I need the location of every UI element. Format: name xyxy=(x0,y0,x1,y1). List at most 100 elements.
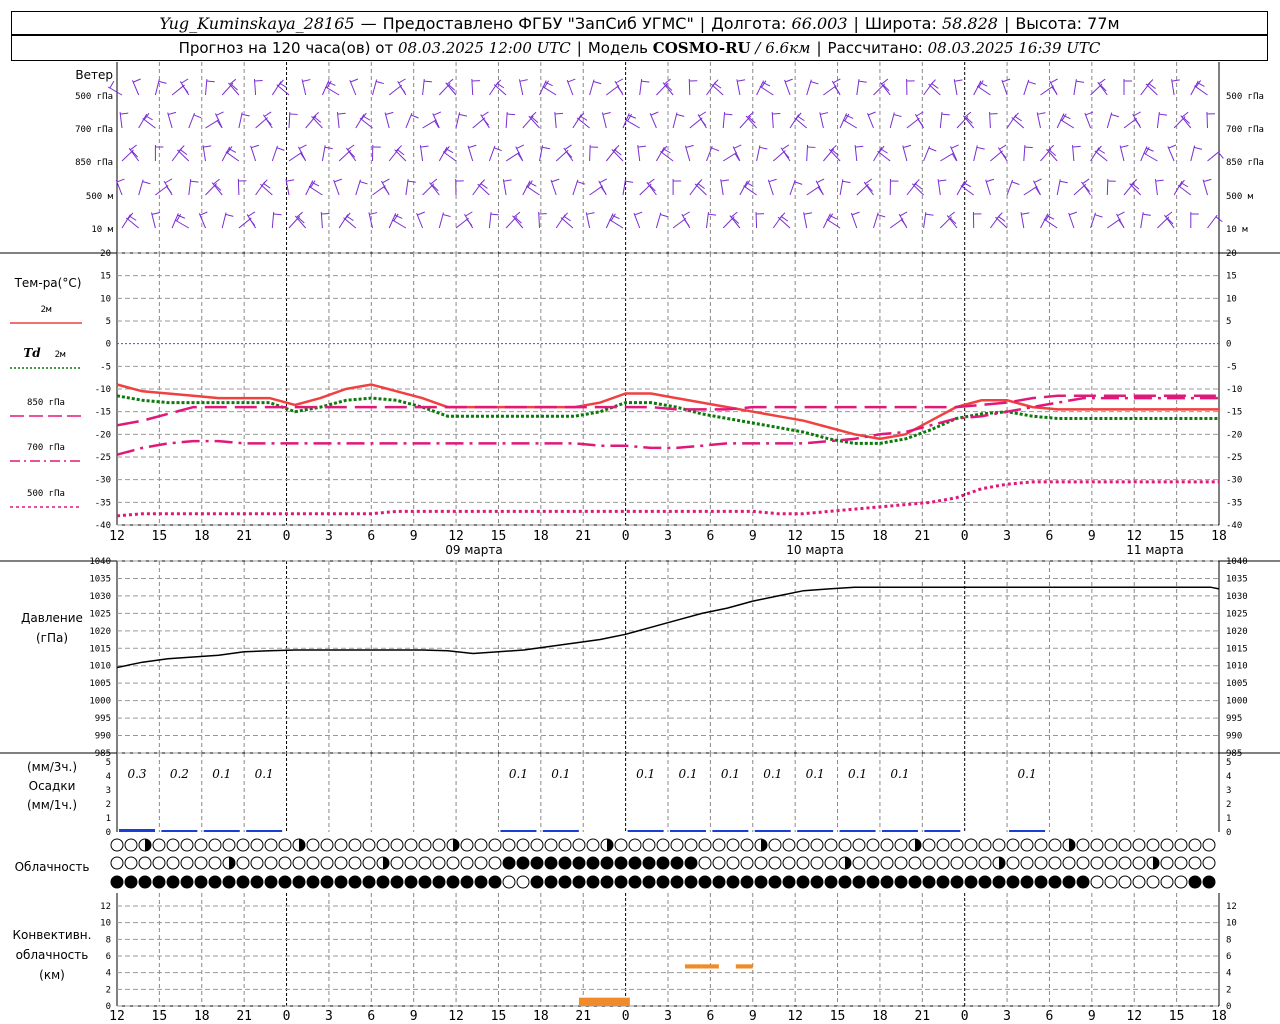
wind-barb xyxy=(505,151,520,162)
wind-barb xyxy=(505,112,508,129)
wind-barb-flag xyxy=(241,113,250,117)
cloud-cover-symbol xyxy=(152,875,166,889)
wind-barb xyxy=(656,83,668,96)
temp-xtick: 6 xyxy=(706,529,714,544)
wind-barb-flag xyxy=(350,78,359,83)
wind-barb-flag xyxy=(1168,144,1177,149)
cloud-cover-symbol xyxy=(1160,875,1174,889)
cloud-cover-symbol xyxy=(1174,856,1188,870)
pressure-ytick-left: 1000 xyxy=(89,697,111,707)
wind-barb-flag xyxy=(1024,146,1033,149)
wind-barb-flag xyxy=(1076,80,1085,83)
cloud-cover-symbol xyxy=(390,838,404,852)
wind-barb xyxy=(388,148,400,162)
wind-barb-flag xyxy=(247,211,256,217)
convective-ytick-left: 4 xyxy=(106,969,111,979)
wind-barb xyxy=(142,117,156,129)
wind-barb-flag xyxy=(481,111,489,117)
temp-ytick-right: -25 xyxy=(1226,453,1242,463)
wind-barb-flag xyxy=(948,211,955,218)
cloud-cover-symbol xyxy=(166,838,180,852)
wind-barb xyxy=(939,112,943,129)
wind-barb xyxy=(1023,79,1030,96)
cloud-cover-symbol xyxy=(222,838,236,852)
convective-title-1: Конвективн. xyxy=(13,928,92,942)
cloud-cover-symbol xyxy=(670,856,684,870)
cloud-cover-symbol xyxy=(838,875,852,889)
day-label: 11 марта xyxy=(1126,543,1183,557)
cloud-cover-symbol xyxy=(530,856,544,870)
precip-bar xyxy=(797,830,834,832)
wind-barb xyxy=(1081,181,1092,196)
cloud-cover-symbol xyxy=(572,875,586,889)
cloud-cover-half xyxy=(453,839,459,851)
temp-ytick-left: -15 xyxy=(95,408,111,418)
day-label: 10 марта xyxy=(786,543,843,557)
wind-barb-flag xyxy=(999,144,1007,150)
wind-barb xyxy=(518,79,524,96)
cloud-cover-symbol xyxy=(488,875,502,889)
cloud-cover-symbol xyxy=(936,856,950,870)
cloud-cover-symbol xyxy=(278,875,292,889)
cloud-cover-symbol xyxy=(1076,875,1090,889)
cloud-cover-symbol xyxy=(152,856,166,870)
convective-xtick: 12 xyxy=(448,1009,464,1024)
cloud-cover-symbol xyxy=(460,856,474,870)
cloud-cover-symbol xyxy=(138,856,152,870)
wind-barb xyxy=(288,215,301,229)
wind-barb-flag xyxy=(407,180,416,183)
wind-barb-flag xyxy=(554,112,563,115)
temp-xtick: 12 xyxy=(448,529,464,544)
cloud-cover-symbol xyxy=(432,856,446,870)
temp-xtick: 15 xyxy=(1169,529,1185,544)
temp-ytick-left: -25 xyxy=(95,453,111,463)
wind-barb-flag xyxy=(264,111,272,117)
wind-barb xyxy=(305,115,317,129)
wind-barb-flag xyxy=(199,211,208,216)
convective-title-2: облачность xyxy=(16,948,89,962)
pressure-ytick-left: 995 xyxy=(95,714,111,724)
wind-barb-flag xyxy=(599,178,608,184)
convective-xtick: 0 xyxy=(622,1009,630,1024)
cloud-cover-symbol xyxy=(1202,875,1216,889)
cloud-cover-symbol xyxy=(880,856,894,870)
cloud-cover-symbol xyxy=(250,856,264,870)
cloud-cover-symbol xyxy=(1062,875,1076,889)
precip-amount-label: 0.1 xyxy=(806,767,825,781)
temp-ytick-left: 5 xyxy=(106,317,111,327)
temp-xtick: 9 xyxy=(749,529,757,544)
cloud-cover-symbol xyxy=(1006,875,1020,889)
wind-level-label-right: 500 м xyxy=(1226,192,1254,202)
cloud-cover-symbol xyxy=(1188,838,1202,852)
convective-ytick-right: 8 xyxy=(1226,935,1231,945)
cloud-cover-symbol xyxy=(810,838,824,852)
wind-level-label-left: 700 гПа xyxy=(75,125,113,135)
wind-barb xyxy=(985,179,991,196)
cloud-cover-symbol xyxy=(600,875,614,889)
wind-barb xyxy=(221,82,234,96)
wind-barb xyxy=(372,185,386,196)
convective-xtick: 18 xyxy=(1211,1009,1227,1024)
cloud-cover-symbol xyxy=(502,856,516,870)
cloud-cover-symbol xyxy=(768,875,782,889)
cloud-cover-symbol xyxy=(278,856,292,870)
cloud-cover-symbol xyxy=(670,838,684,852)
convective-ytick-left: 6 xyxy=(106,952,111,962)
wind-barb-flag xyxy=(1117,211,1125,217)
cloud-cover-symbol xyxy=(320,838,334,852)
wind-barb-flag xyxy=(881,78,889,85)
wind-barb-flag xyxy=(385,111,394,115)
temp-xtick: 15 xyxy=(830,529,846,544)
wind-barb xyxy=(889,218,904,229)
cloud-cover-symbol xyxy=(474,838,488,852)
wind-barb-flag xyxy=(986,178,995,183)
wind-barb xyxy=(940,152,955,162)
wind-barb xyxy=(823,85,837,96)
wind-barb-flag xyxy=(832,149,839,156)
wind-barb-flag xyxy=(312,111,320,119)
wind-barb xyxy=(722,152,738,162)
wind-barb-flag xyxy=(468,144,477,149)
wind-barb xyxy=(1073,79,1077,96)
temp-ytick-right: -5 xyxy=(1226,362,1237,372)
wind-barb xyxy=(605,84,620,96)
